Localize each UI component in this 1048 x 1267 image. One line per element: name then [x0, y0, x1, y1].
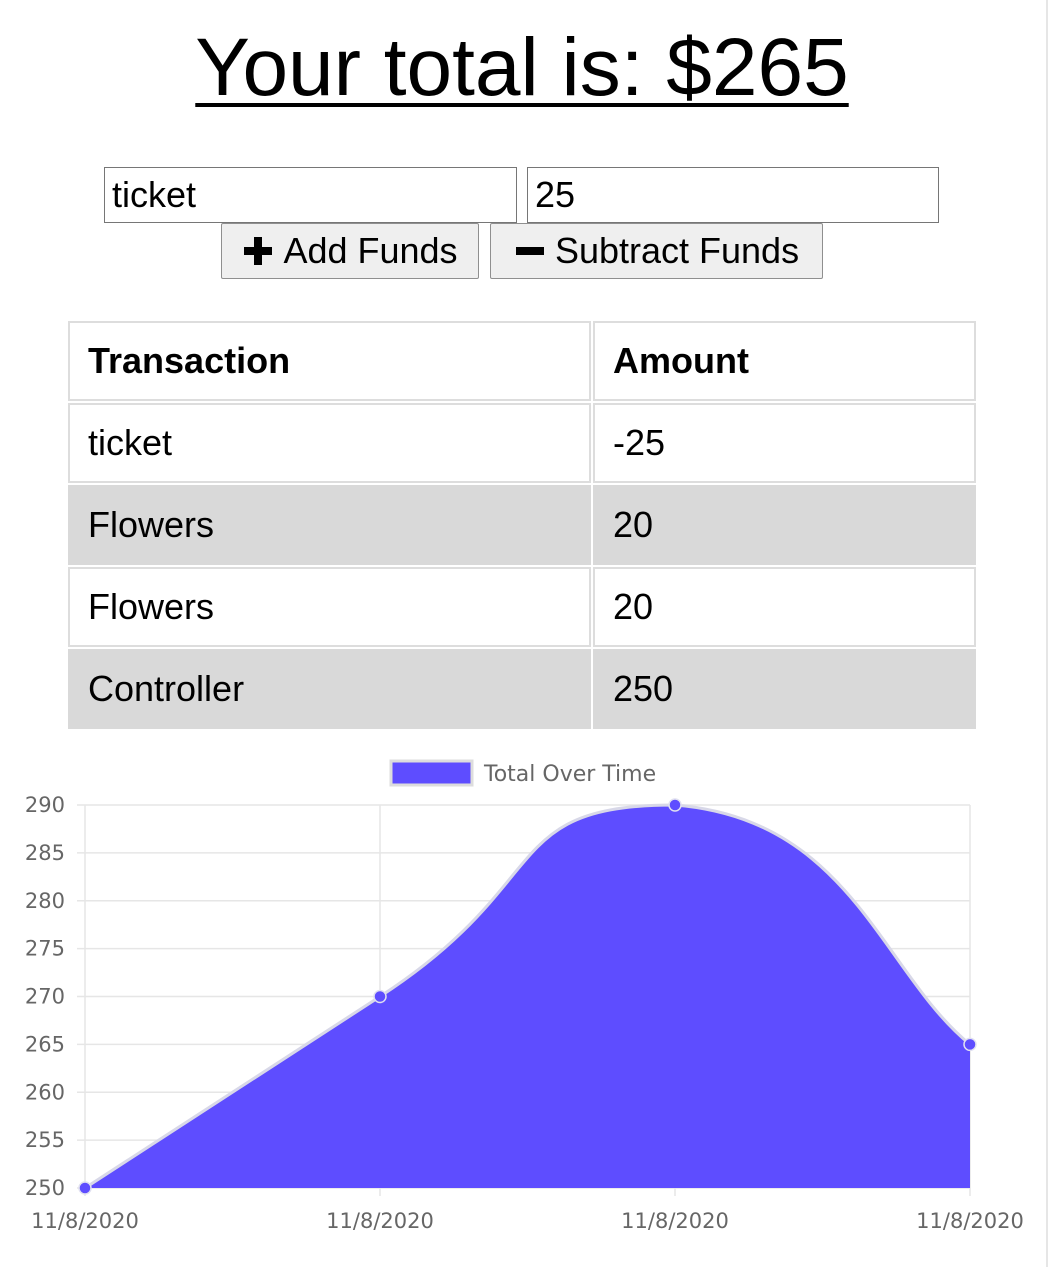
- y-tick-label: 280: [25, 889, 65, 913]
- transaction-name-cell: Flowers: [68, 567, 591, 647]
- y-axis-ticks: 250 255 260 265 270 275 280 285 290: [25, 793, 65, 1200]
- data-point: [963, 1037, 977, 1052]
- transaction-amount-cell: 20: [593, 485, 976, 565]
- add-funds-label: Add Funds: [283, 230, 458, 271]
- transaction-amount-cell: -25: [593, 403, 976, 483]
- transaction-amount-cell: 250: [593, 649, 976, 729]
- transaction-name-cell: ticket: [68, 403, 591, 483]
- y-tick-label: 270: [25, 985, 65, 1009]
- total-heading: Your total is: $265: [195, 22, 849, 113]
- total-over-time-chart: 250255260265270275280285290 11/8/2020 11/…: [25, 759, 1024, 1233]
- x-tick-label: 11/8/2020: [326, 1209, 434, 1233]
- data-point: [668, 798, 682, 812]
- transactions-table: Transaction Amount ticket -25 Flowers 20…: [66, 319, 978, 731]
- table-row: Flowers 20: [68, 485, 976, 565]
- add-funds-button[interactable]: Add Funds: [221, 223, 479, 279]
- transaction-name-input[interactable]: [104, 167, 517, 223]
- legend-swatch: [389, 759, 474, 787]
- x-tick-label: 11/8/2020: [621, 1209, 729, 1233]
- y-tick-label: 290: [25, 793, 65, 817]
- table-row: Controller 250: [68, 649, 976, 729]
- chart-legend[interactable]: Total Over Time: [389, 759, 656, 787]
- header-amount: Amount: [593, 321, 976, 401]
- transaction-name-cell: Flowers: [68, 485, 591, 565]
- table-row: Flowers 20: [68, 567, 976, 647]
- transaction-amount-input[interactable]: [527, 167, 939, 223]
- legend-label: Total Over Time: [483, 762, 656, 787]
- x-tick-label: 11/8/2020: [916, 1209, 1024, 1233]
- subtract-funds-button[interactable]: Subtract Funds: [490, 223, 823, 279]
- y-tick-label: 255: [25, 1128, 65, 1152]
- data-point: [78, 1181, 92, 1195]
- y-tick-label: 275: [25, 937, 65, 961]
- y-tick-label: 285: [25, 841, 65, 865]
- y-tick-label: 250: [25, 1176, 65, 1200]
- x-tick-label: 11/8/2020: [31, 1209, 139, 1233]
- data-point: [373, 989, 387, 1004]
- transaction-name-cell: Controller: [68, 649, 591, 729]
- transaction-amount-cell: 20: [593, 567, 976, 647]
- minus-icon: [515, 247, 544, 255]
- x-axis-ticks: 11/8/2020 11/8/2020 11/8/2020 11/8/2020: [31, 1209, 1024, 1233]
- subtract-funds-label: Subtract Funds: [554, 230, 800, 271]
- table-row: ticket -25: [68, 403, 976, 483]
- header-transaction: Transaction: [68, 321, 591, 401]
- plus-icon: [244, 237, 273, 265]
- y-tick-label: 265: [25, 1032, 65, 1056]
- y-tick-label: 260: [25, 1080, 65, 1104]
- table-header-row: Transaction Amount: [68, 321, 976, 401]
